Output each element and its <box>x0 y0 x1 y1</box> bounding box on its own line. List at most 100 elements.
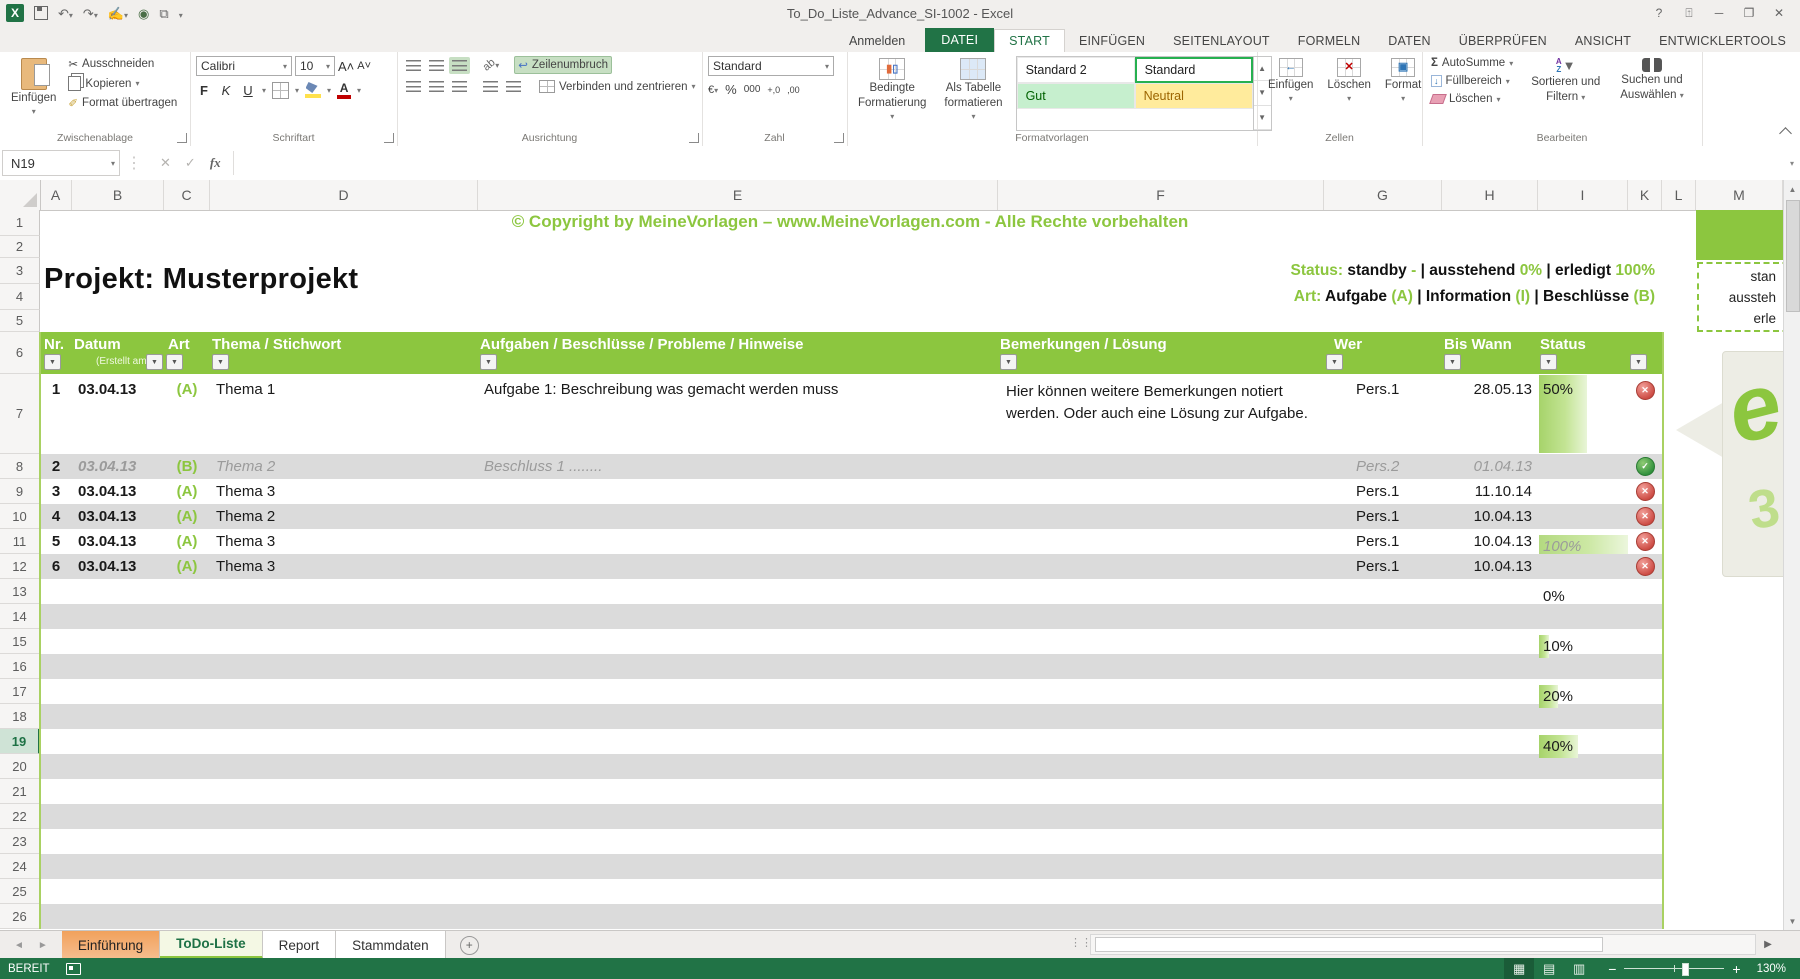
check-circle-icon[interactable]: ✓ <box>1636 457 1655 476</box>
filter-dropdown-B[interactable]: ▼ <box>146 354 163 370</box>
page-break-view-button[interactable]: ▥ <box>1564 958 1594 979</box>
row-header-13[interactable]: 13 <box>0 579 40 604</box>
sheet-nav-right-icon[interactable]: ► <box>38 940 48 951</box>
normal-view-button[interactable]: ▦ <box>1504 958 1534 979</box>
cell-bis-wann[interactable]: 11.10.14 <box>1442 479 1538 504</box>
cell-thema[interactable]: Thema 2 <box>210 454 478 479</box>
cross-circle-icon[interactable]: ✕ <box>1636 557 1655 576</box>
align-middle-button[interactable] <box>426 57 447 74</box>
cell-bis-wann[interactable]: 01.04.13 <box>1442 454 1538 479</box>
column-header-D[interactable]: D <box>210 180 478 210</box>
column-header-C[interactable]: C <box>164 180 210 210</box>
number-format-select[interactable]: Standard▾ <box>708 56 834 76</box>
align-left-button[interactable] <box>403 78 424 95</box>
cell-nr[interactable]: 6 <box>40 554 72 579</box>
cell-art[interactable]: (A) <box>164 479 210 504</box>
cell-art[interactable]: (A) <box>164 504 210 529</box>
row-header-18[interactable]: 18 <box>0 704 40 729</box>
style-item-standard-2[interactable]: Standard 2 <box>1017 57 1135 83</box>
new-sheet-button[interactable]: + <box>460 936 479 955</box>
undo-icon[interactable]: ↶▾ <box>58 7 73 20</box>
filter-dropdown-H[interactable]: ▼ <box>1444 354 1461 370</box>
cell-datum[interactable]: 03.04.13 <box>72 554 164 579</box>
cell-bemerkung[interactable] <box>998 529 1324 554</box>
cell-datum[interactable]: 03.04.13 <box>72 479 164 504</box>
row-header-24[interactable]: 24 <box>0 854 40 879</box>
borders-icon[interactable] <box>272 82 289 99</box>
row-header-22[interactable]: 22 <box>0 804 40 829</box>
row-header-4[interactable]: 4 <box>0 284 40 310</box>
ribbon-tab-überprüfen[interactable]: ÜBERPRÜFEN <box>1445 30 1561 52</box>
cross-circle-icon[interactable]: ✕ <box>1636 532 1655 551</box>
insert-cells-button[interactable]: ←Einfügen▾ <box>1263 56 1318 131</box>
column-header-K[interactable]: K <box>1628 180 1662 210</box>
cell-nr[interactable]: 3 <box>40 479 72 504</box>
ribbon-tab-entwicklertools[interactable]: ENTWICKLERTOOLS <box>1645 30 1800 52</box>
filter-dropdown-D[interactable]: ▼ <box>212 354 229 370</box>
clear-button[interactable]: Löschen ▾ <box>1428 92 1516 106</box>
customize-qat-icon[interactable]: ▾ <box>179 7 183 20</box>
cell-aufgabe[interactable] <box>478 479 998 504</box>
number-dialog-launcher[interactable] <box>834 133 844 143</box>
filter-dropdown-F[interactable]: ▼ <box>1000 354 1017 370</box>
ribbon-tab-daten[interactable]: DATEN <box>1374 30 1444 52</box>
currency-format-button[interactable]: €▾ <box>708 84 718 96</box>
filter-dropdown-I[interactable]: ▼ <box>1540 354 1557 370</box>
style-item-standard[interactable]: Standard <box>1135 57 1253 83</box>
save-icon[interactable] <box>34 6 48 20</box>
cell-status[interactable]: 0% <box>1538 584 1628 609</box>
fill-color-button[interactable] <box>305 82 321 98</box>
minimize-button[interactable]: ─ <box>1706 3 1732 23</box>
merge-center-button[interactable]: Verbinden und zentrieren ▾ <box>536 79 699 94</box>
column-header-G[interactable]: G <box>1324 180 1442 210</box>
column-header-H[interactable]: H <box>1442 180 1538 210</box>
orientation-button[interactable]: ab▾ <box>480 56 502 74</box>
find-select-button[interactable]: Suchen undAuswählen ▾ <box>1615 56 1688 131</box>
cell-art[interactable]: (A) <box>164 374 210 454</box>
zoom-out-button[interactable]: − <box>1608 961 1616 977</box>
column-header-M[interactable]: M <box>1696 180 1783 210</box>
column-header-L[interactable]: L <box>1662 180 1696 210</box>
cell-bis-wann[interactable]: 28.05.13 <box>1442 374 1538 454</box>
cross-circle-icon[interactable]: ✕ <box>1636 482 1655 501</box>
row-header-3[interactable]: 3 <box>0 258 40 284</box>
ribbon-tab-formeln[interactable]: FORMELN <box>1284 30 1375 52</box>
macro-button-icon[interactable]: ◉ <box>138 7 149 20</box>
font-dialog-launcher[interactable] <box>384 133 394 143</box>
sheet-row-16[interactable] <box>40 654 1662 679</box>
column-header-A[interactable]: A <box>40 180 72 210</box>
cell-thema[interactable]: Thema 3 <box>210 529 478 554</box>
ribbon-tab-seitenlayout[interactable]: SEITENLAYOUT <box>1159 30 1284 52</box>
expand-formula-bar-icon[interactable]: ▾ <box>1784 159 1800 168</box>
cell-bemerkung[interactable]: Hier können weitere Bemerkungen notiert … <box>998 374 1324 454</box>
row-header-19[interactable]: 19 <box>0 729 40 754</box>
underline-button[interactable]: U <box>240 83 256 98</box>
cell-wer[interactable]: Pers.1 <box>1324 504 1442 529</box>
sheet-nav-left-icon[interactable]: ◄ <box>14 940 24 951</box>
row-header-25[interactable]: 25 <box>0 879 40 904</box>
grow-font-icon[interactable]: A˄ <box>338 59 354 74</box>
cell-aufgabe[interactable]: Aufgabe 1: Beschreibung was gemacht werd… <box>478 374 998 454</box>
autosum-button[interactable]: ΣAutoSumme ▾ <box>1428 56 1516 70</box>
sheet-row-18[interactable] <box>40 704 1662 729</box>
cell-status[interactable]: 20% <box>1538 684 1628 709</box>
page-layout-view-button[interactable]: ▤ <box>1534 958 1564 979</box>
scroll-up-arrow[interactable]: ▲ <box>1784 180 1800 198</box>
select-all-corner[interactable] <box>0 180 41 210</box>
filter-dropdown-K[interactable]: ▼ <box>1630 354 1647 370</box>
tab-split-handle[interactable]: ⋮⋮ <box>1070 936 1092 949</box>
cell-aufgabe[interactable] <box>478 504 998 529</box>
cross-circle-icon[interactable]: ✕ <box>1636 507 1655 526</box>
ribbon-display-options-button[interactable]: ⍐ <box>1676 3 1702 23</box>
redo-icon[interactable]: ↷▾ <box>83 7 98 20</box>
ribbon-tab-start[interactable]: START <box>994 29 1065 52</box>
cell-datum[interactable]: 03.04.13 <box>72 454 164 479</box>
cell-aufgabe[interactable] <box>478 529 998 554</box>
vertical-scroll-thumb[interactable] <box>1786 200 1800 312</box>
cell-datum[interactable]: 03.04.13 <box>72 529 164 554</box>
row-header-21[interactable]: 21 <box>0 779 40 804</box>
cell-status-icon[interactable]: ✕ <box>1628 554 1662 579</box>
cell-wer[interactable]: Pers.1 <box>1324 529 1442 554</box>
print-preview-icon[interactable]: ⧉ <box>159 7 168 20</box>
sheet-row-24[interactable] <box>40 854 1662 879</box>
